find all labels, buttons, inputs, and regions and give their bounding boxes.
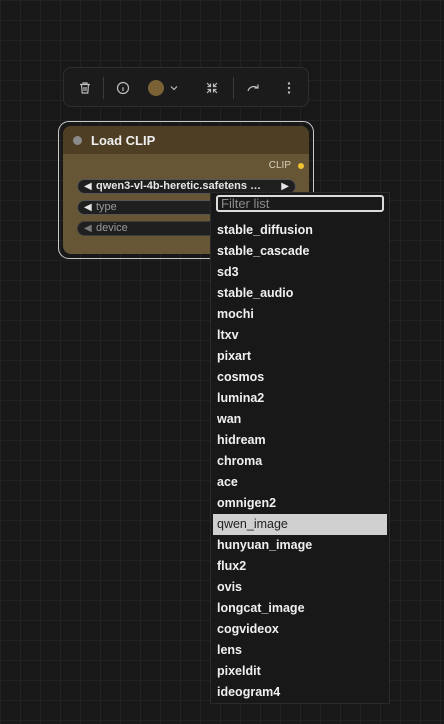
color-swatch: [148, 80, 164, 96]
toolbar-divider: [103, 77, 104, 99]
bypass-button[interactable]: [243, 77, 265, 99]
dropdown-option[interactable]: hunyuan_image: [213, 535, 387, 556]
dropdown-option[interactable]: omnigen2: [213, 493, 387, 514]
output-label-clip: CLIP: [268, 160, 291, 171]
node-toolbar: [63, 67, 309, 107]
dropdown-option[interactable]: lens: [213, 640, 387, 661]
node-title: Load CLIP: [91, 133, 156, 148]
output-slot-clip[interactable]: [298, 163, 304, 169]
dropdown-option[interactable]: cosmos: [213, 367, 387, 388]
dropdown-option[interactable]: longcat_image: [213, 598, 387, 619]
toolbar-divider: [233, 77, 234, 99]
node-collapse-dot[interactable]: [73, 136, 82, 145]
dropdown-option[interactable]: ace: [213, 472, 387, 493]
type-dropdown-menu: stable_diffusionstable_cascadesd3stable_…: [210, 192, 390, 704]
dropdown-option[interactable]: cogvideox: [213, 619, 387, 640]
dropdown-option[interactable]: sd3: [213, 262, 387, 283]
delete-button[interactable]: [74, 77, 96, 99]
dropdown-option[interactable]: ltxv: [213, 325, 387, 346]
dropdown-option[interactable]: lumina2: [213, 388, 387, 409]
dropdown-option[interactable]: stable_cascade: [213, 241, 387, 262]
decrement-arrow-icon[interactable]: ◀: [84, 222, 92, 235]
dropdown-options: stable_diffusion stable_cascade sd3 stable_…: [211, 220, 389, 703]
dropdown-option[interactable]: stable_diffusion: [213, 220, 387, 241]
dropdown-option[interactable]: wan: [213, 409, 387, 430]
info-button[interactable]: [112, 77, 134, 99]
dropdown-option[interactable]: pixeldit: [213, 661, 387, 682]
trash-icon: [80, 82, 90, 94]
collapse-icon: [206, 82, 218, 94]
redo-icon: [247, 84, 259, 92]
filter-list-input[interactable]: [216, 195, 384, 212]
color-picker-button[interactable]: [148, 77, 188, 99]
dropdown-option[interactable]: mochi: [213, 304, 387, 325]
dropdown-option[interactable]: ovis: [213, 577, 387, 598]
dropdown-option[interactable]: pixart: [213, 346, 387, 367]
chevron-down-icon: [170, 86, 178, 91]
info-icon: [116, 81, 130, 95]
more-options-button[interactable]: [278, 77, 300, 99]
dropdown-option[interactable]: flux2: [213, 556, 387, 577]
dropdown-option[interactable]: stable_audio: [213, 283, 387, 304]
decrement-arrow-icon[interactable]: ◀: [84, 180, 92, 193]
node-header[interactable]: Load CLIP: [63, 126, 309, 154]
decrement-arrow-icon[interactable]: ◀: [84, 201, 92, 214]
vertical-dots-icon: [287, 82, 291, 94]
device-label: device: [96, 222, 128, 234]
type-label: type: [96, 201, 117, 213]
dropdown-option[interactable]: chroma: [213, 451, 387, 472]
dropdown-option[interactable]: ideogram4: [213, 682, 387, 703]
collapse-button[interactable]: [201, 77, 223, 99]
dropdown-option[interactable]: qwen_image: [213, 514, 387, 535]
dropdown-option[interactable]: hidream: [213, 430, 387, 451]
